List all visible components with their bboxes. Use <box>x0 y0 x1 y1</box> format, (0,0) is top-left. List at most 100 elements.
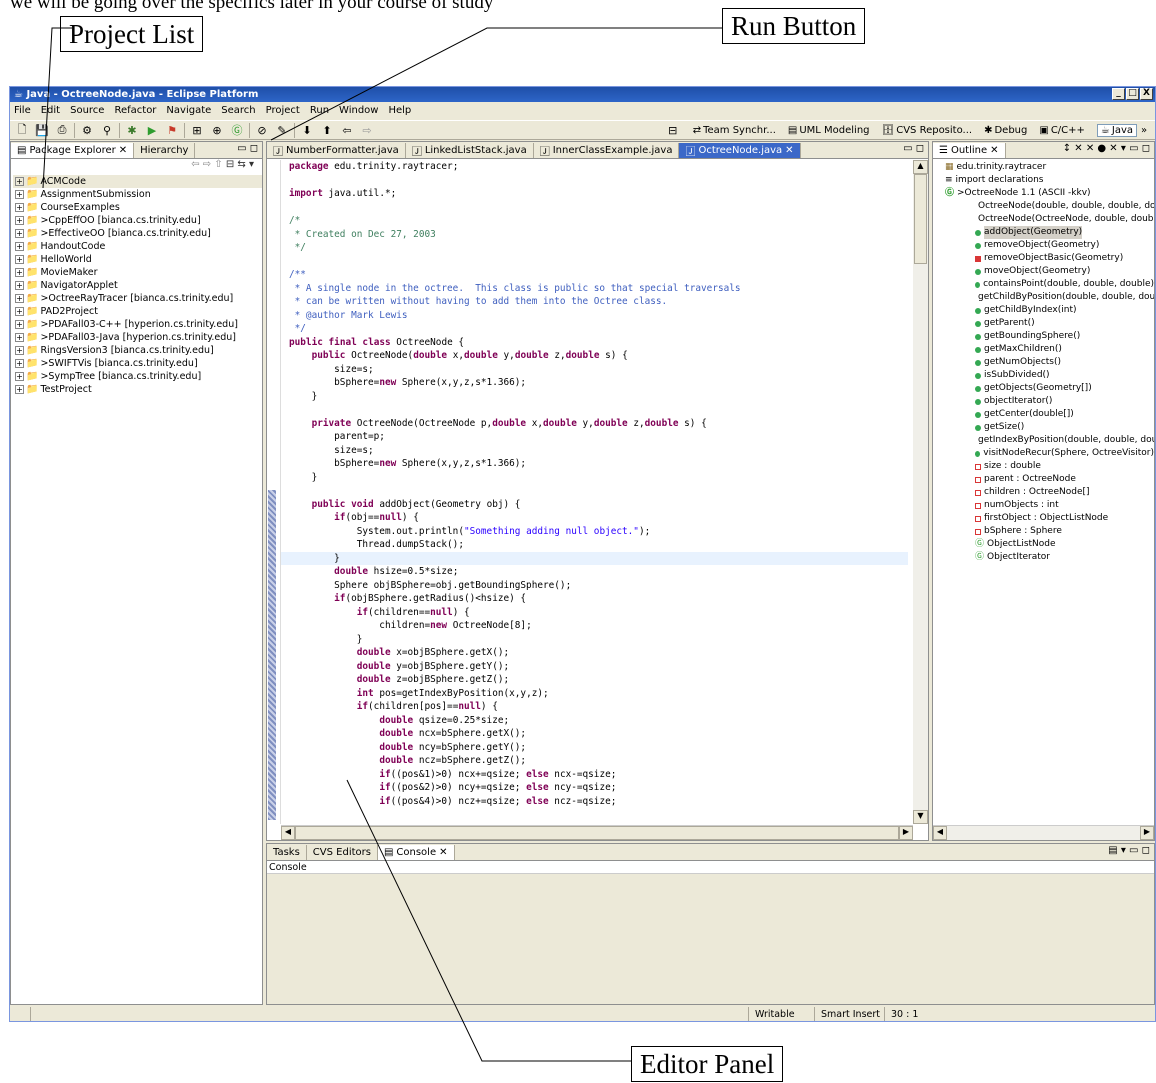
outline-item[interactable]: isSubDivided() <box>939 369 1154 382</box>
outline-item[interactable]: getCenter(double[]) <box>939 408 1154 421</box>
code-line[interactable]: * @author Mark Lewis <box>281 309 908 323</box>
outline-item[interactable]: Ⓖ >OctreeNode 1.1 (ASCII -kkv) <box>939 187 1154 200</box>
project-item[interactable]: + 📁 PAD2Project <box>13 305 262 318</box>
perspective-cvs-repository[interactable]: 🗄 CVS Reposito... <box>882 125 973 136</box>
collapse-all-icon[interactable]: ⊟ <box>226 159 234 170</box>
build-icon[interactable]: ⚙ <box>79 123 95 138</box>
tab-numberformatter[interactable]: 🄹 NumberFormatter.java <box>267 143 406 158</box>
perspective-debug[interactable]: ✱ Debug <box>984 125 1027 136</box>
project-item[interactable]: + 📁 HelloWorld <box>13 253 262 266</box>
project-item[interactable]: + 📁 >CppEffOO [bianca.cs.trinity.edu] <box>13 214 262 227</box>
code-line[interactable]: size=s; <box>281 444 908 458</box>
close-tab-icon[interactable]: ✕ <box>785 145 793 156</box>
console-toolbar-icons[interactable]: ▤ ▾ ▭ ◻ <box>1108 845 1150 856</box>
code-line[interactable]: package edu.trinity.raytracer; <box>281 160 908 174</box>
project-item[interactable]: + 📁 TestProject <box>13 383 262 396</box>
code-line[interactable]: * A single node in the octree. This clas… <box>281 282 908 296</box>
code-editor[interactable]: package edu.trinity.raytracer; import jav… <box>281 160 908 824</box>
code-line[interactable]: } <box>281 471 908 485</box>
expand-icon[interactable]: + <box>15 281 24 290</box>
code-line[interactable]: double x=objBSphere.getX(); <box>281 646 908 660</box>
expand-icon[interactable]: + <box>15 268 24 277</box>
project-item[interactable]: + 📁 AssignmentSubmission <box>13 188 262 201</box>
outline-item[interactable]: getNumObjects() <box>939 356 1154 369</box>
minimize-button[interactable]: _ <box>1112 88 1125 100</box>
scroll-right-icon[interactable]: ▶ <box>899 826 913 840</box>
perspective-cpp[interactable]: ▣ C/C++ <box>1039 125 1085 136</box>
code-line[interactable]: if(objBSphere.getRadius()<hsize) { <box>281 592 908 606</box>
expand-icon[interactable]: + <box>15 346 24 355</box>
project-item[interactable]: + 📁 >EffectiveOO [bianca.cs.trinity.edu] <box>13 227 262 240</box>
expand-icon[interactable]: + <box>15 359 24 368</box>
menu-project[interactable]: Project <box>266 102 300 119</box>
perspective-java[interactable]: ☕ Java <box>1096 123 1137 137</box>
tab-console[interactable]: ▤ Console ✕ <box>377 845 455 860</box>
code-line[interactable]: if((pos&2)>0) ncy+=qsize; else ncy-=qsiz… <box>281 781 908 795</box>
project-item[interactable]: + 📁 >OctreeRayTracer [bianca.cs.trinity.ed… <box>13 292 262 305</box>
scroll-up-icon[interactable]: ▲ <box>913 160 928 174</box>
tab-innerclassexample[interactable]: 🄹 InnerClassExample.java <box>534 143 680 158</box>
code-line[interactable]: int pos=getIndexByPosition(x,y,z); <box>281 687 908 701</box>
outline-item[interactable]: getParent() <box>939 317 1154 330</box>
project-item[interactable]: + 📁 >PDAFall03-C++ [hyperion.cs.trinity.ed… <box>13 318 262 331</box>
outline-item[interactable]: size : double <box>939 460 1154 473</box>
project-item[interactable]: + 📁 RingsVersion3 [bianca.cs.trinity.edu] <box>13 344 262 357</box>
code-line[interactable]: if(obj==null) { <box>281 511 908 525</box>
save-icon[interactable]: 💾 <box>34 123 50 138</box>
editor-minmax-icon[interactable]: ▭ ◻ <box>903 143 924 154</box>
scroll-left-icon[interactable]: ◀ <box>281 826 295 840</box>
project-item[interactable]: + 📁 MovieMaker <box>13 266 262 279</box>
code-line[interactable]: double ncy=bSphere.getY(); <box>281 741 908 755</box>
code-line[interactable]: bSphere=new Sphere(x,y,z,s*1.366); <box>281 457 908 471</box>
outline-item[interactable]: getIndexByPosition(double, double, doubl… <box>939 434 1154 447</box>
outline-item[interactable]: parent : OctreeNode <box>939 473 1154 486</box>
code-line[interactable]: if((pos&1)>0) ncx+=qsize; else ncx-=qsiz… <box>281 768 908 782</box>
code-line[interactable]: double z=objBSphere.getZ(); <box>281 673 908 687</box>
code-line[interactable]: public final class OctreeNode { <box>281 336 908 350</box>
code-line[interactable]: if((pos&4)>0) ncz+=qsize; else ncz-=qsiz… <box>281 795 908 809</box>
expand-icon[interactable]: + <box>15 307 24 316</box>
open-type-icon[interactable]: ⊘ <box>254 123 270 138</box>
outline-item[interactable]: removeObjectBasic(Geometry) <box>939 252 1154 265</box>
forward-nav-icon[interactable]: ⇨ <box>203 159 211 170</box>
code-line[interactable]: Thread.dumpStack(); <box>281 538 908 552</box>
print-icon[interactable]: ⎙ <box>54 123 70 138</box>
toolbar-overflow-icon[interactable]: » <box>1141 125 1155 136</box>
tab-outline[interactable]: ☰ Outline ✕ <box>933 143 1006 158</box>
perspective-team-sync[interactable]: ⇄ Team Synchr... <box>693 125 776 136</box>
scroll-thumb[interactable] <box>914 174 927 264</box>
project-item[interactable]: + 📁 ACMCode <box>13 175 262 188</box>
code-line[interactable]: children=new OctreeNode[8]; <box>281 619 908 633</box>
tab-hierarchy[interactable]: Hierarchy <box>134 143 196 158</box>
code-line[interactable]: /* <box>281 214 908 228</box>
code-line[interactable] <box>281 484 908 498</box>
previous-annotation-icon[interactable]: ⬆ <box>319 123 335 138</box>
scroll-right-icon[interactable]: ▶ <box>1140 826 1154 840</box>
code-line[interactable] <box>281 403 908 417</box>
pencil-icon[interactable]: ✎ <box>274 123 290 138</box>
external-tools-icon[interactable]: ⚑ <box>164 123 180 138</box>
tab-cvs-editors[interactable]: CVS Editors <box>307 845 378 860</box>
maximize-button[interactable]: □ <box>1126 88 1139 100</box>
new-class-icon[interactable]: Ⓖ <box>229 123 245 138</box>
expand-icon[interactable]: + <box>15 190 24 199</box>
expand-icon[interactable]: + <box>15 242 24 251</box>
scroll-left-icon[interactable]: ◀ <box>933 826 947 840</box>
code-line[interactable]: import java.util.*; <box>281 187 908 201</box>
outline-item[interactable]: Ⓖ ObjectIterator <box>939 551 1154 564</box>
debug-icon[interactable]: ✱ <box>124 123 140 138</box>
expand-icon[interactable]: + <box>15 385 24 394</box>
code-line[interactable] <box>281 174 908 188</box>
outline-item[interactable]: getBoundingSphere() <box>939 330 1154 343</box>
project-item[interactable]: + 📁 >PDAFall03-Java [hyperion.cs.trinity.e… <box>13 331 262 344</box>
code-line[interactable]: double ncz=bSphere.getZ(); <box>281 754 908 768</box>
up-nav-icon[interactable]: ⇧ <box>214 159 222 170</box>
outline-item[interactable]: OctreeNode(double, double, double, doubl… <box>939 200 1154 213</box>
expand-icon[interactable]: + <box>15 229 24 238</box>
code-line[interactable]: size=s; <box>281 363 908 377</box>
code-line[interactable]: } <box>281 390 908 404</box>
view-minmax-icon[interactable]: ▭ ◻ <box>237 143 258 154</box>
back-nav-icon[interactable]: ⇦ <box>191 159 199 170</box>
code-line[interactable]: double qsize=0.25*size; <box>281 714 908 728</box>
code-line[interactable]: parent=p; <box>281 430 908 444</box>
